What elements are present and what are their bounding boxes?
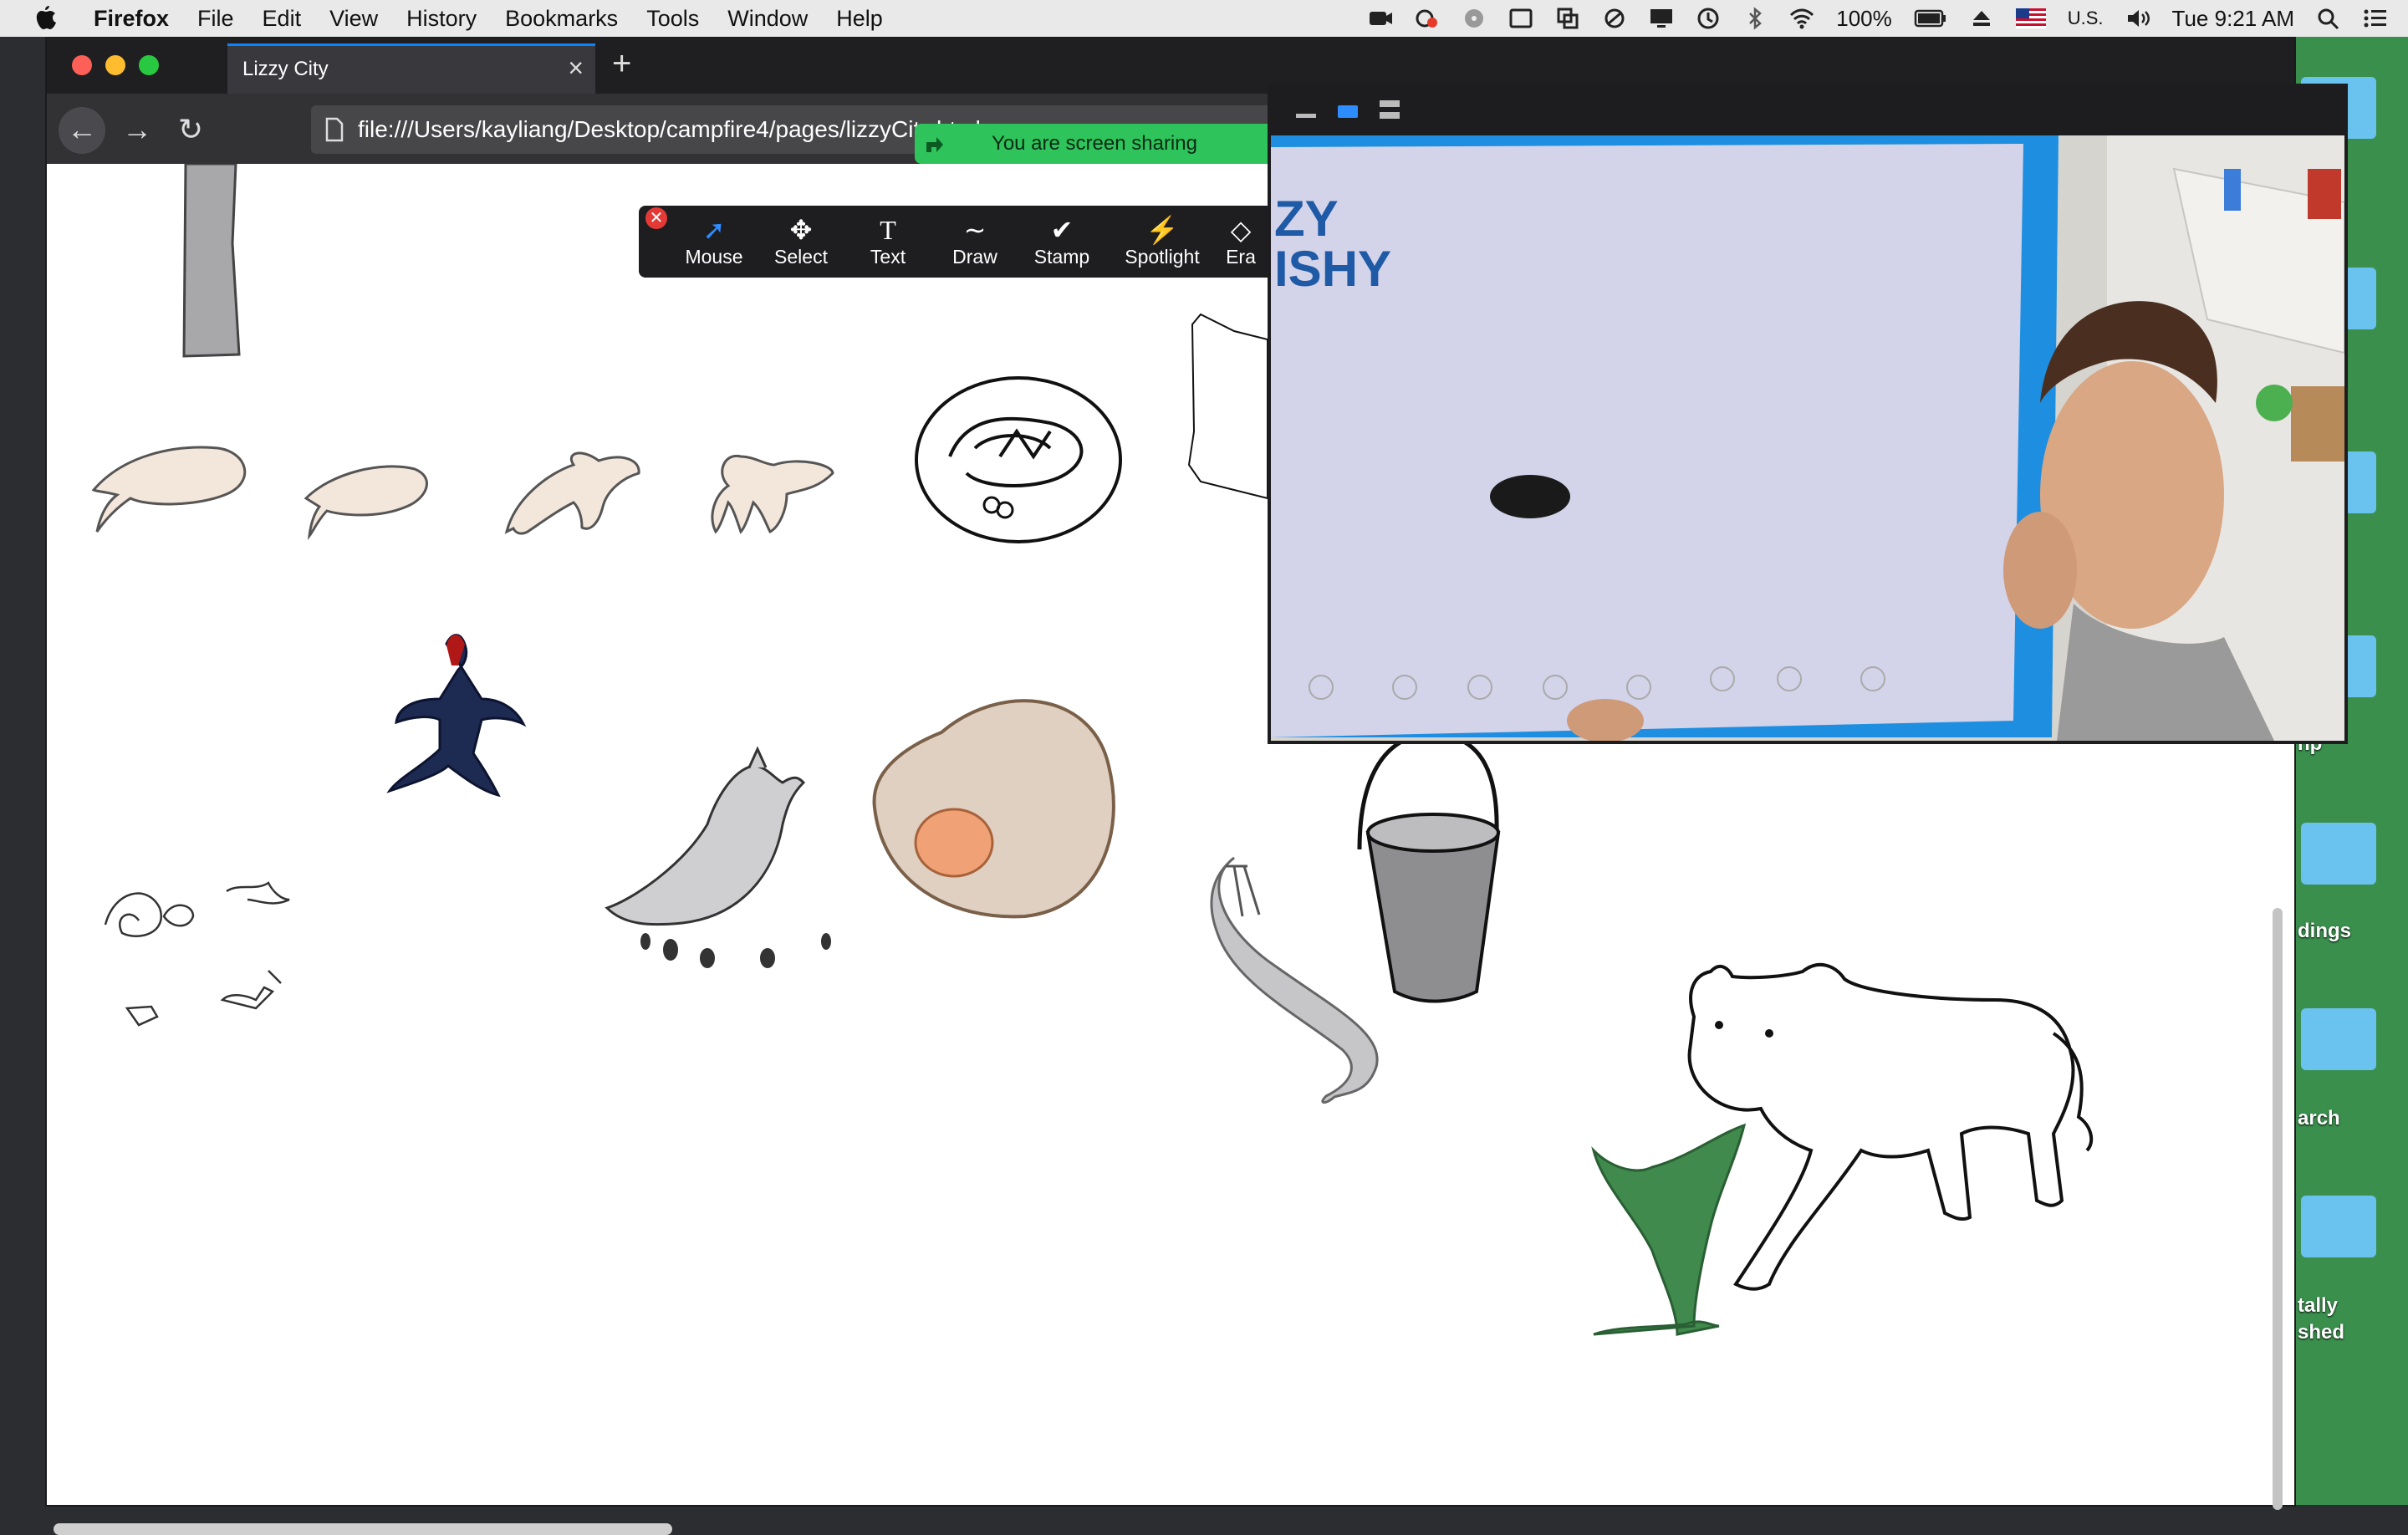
menu-app-name[interactable]: Firefox bbox=[94, 6, 169, 32]
desktop-folder-icon[interactable] bbox=[2301, 1008, 2376, 1070]
whiteboard-writing: ZY bbox=[1274, 191, 1339, 247]
wifi-icon[interactable] bbox=[1789, 7, 1814, 30]
zoom-window-button[interactable] bbox=[139, 55, 159, 75]
screen-share-icon[interactable] bbox=[1649, 7, 1674, 30]
sync-icon[interactable] bbox=[1602, 7, 1627, 30]
reload-button[interactable]: ↻ bbox=[167, 107, 214, 154]
zoom-camera-icon[interactable] bbox=[1368, 7, 1393, 30]
notification-center-icon[interactable] bbox=[2363, 7, 2388, 30]
desktop-folder-label: shed bbox=[2298, 1321, 2345, 1344]
tool-draw[interactable]: ∼ Draw bbox=[933, 214, 1017, 268]
forward-button[interactable]: → bbox=[114, 107, 161, 154]
egg-drawing bbox=[872, 699, 1115, 919]
video-controls bbox=[1268, 84, 2348, 135]
grass-drawing bbox=[1591, 1123, 1747, 1336]
sharing-status-text: You are screen sharing bbox=[992, 132, 1197, 155]
text-icon: T bbox=[880, 215, 896, 245]
new-tab-button[interactable]: + bbox=[612, 45, 631, 83]
share-arrow-icon bbox=[926, 137, 943, 152]
copy-icon[interactable] bbox=[1555, 7, 1580, 30]
spotlight-search-icon[interactable] bbox=[2316, 7, 2341, 30]
tool-text[interactable]: T Text bbox=[846, 214, 930, 268]
menu-edit[interactable]: Edit bbox=[263, 6, 302, 32]
outline-drawing bbox=[1187, 313, 1268, 500]
window-icon[interactable] bbox=[1508, 7, 1533, 30]
time-machine-icon[interactable] bbox=[1696, 7, 1721, 30]
volume-icon[interactable] bbox=[2125, 7, 2150, 30]
menu-help[interactable]: Help bbox=[836, 6, 883, 32]
battery-icon[interactable] bbox=[1914, 7, 1947, 30]
nest-drawing bbox=[915, 376, 1122, 543]
close-window-button[interactable] bbox=[72, 55, 92, 75]
page-icon bbox=[325, 117, 344, 142]
scribble-drawing bbox=[104, 881, 290, 1027]
close-annotation-icon[interactable]: ✕ bbox=[645, 207, 667, 229]
video-frame: ZY ISHY bbox=[1271, 135, 2344, 741]
blue-lizard-drawing bbox=[386, 634, 527, 798]
squiggle-icon: ∼ bbox=[963, 215, 987, 245]
tool-stamp[interactable]: ✔ Stamp bbox=[1020, 214, 1104, 268]
tool-spotlight[interactable]: ⚡ Spotlight bbox=[1114, 214, 1211, 268]
desktop-folder-icon[interactable] bbox=[2301, 823, 2376, 885]
whiteboard-writing: ISHY bbox=[1274, 241, 1391, 297]
battery-percent[interactable]: 100% bbox=[1836, 6, 1892, 32]
tool-select[interactable]: ✥ Select bbox=[759, 214, 843, 268]
creative-cloud-icon[interactable] bbox=[1415, 7, 1440, 30]
input-source[interactable]: U.S. bbox=[2068, 8, 2104, 29]
move-arrows-icon: ✥ bbox=[789, 215, 813, 245]
goat-drawing bbox=[1687, 962, 2094, 1291]
grey-post-drawing bbox=[182, 164, 241, 358]
menu-history[interactable]: History bbox=[406, 6, 477, 32]
desktop-folder-label: tally bbox=[2298, 1294, 2339, 1317]
tab-lizzy-city[interactable]: Lizzy City × bbox=[227, 43, 595, 94]
menu-view[interactable]: View bbox=[329, 6, 378, 32]
lizard-drawing bbox=[91, 446, 247, 533]
menu-tools[interactable]: Tools bbox=[646, 6, 699, 32]
magic-wand-icon: ⚡ bbox=[1145, 215, 1179, 245]
tool-mouse[interactable]: ➚ Mouse bbox=[672, 214, 756, 268]
back-button[interactable]: ← bbox=[59, 107, 105, 154]
us-flag-icon[interactable] bbox=[2015, 7, 2046, 30]
gallery-view-icon[interactable] bbox=[1380, 100, 1400, 119]
grey-bird-drawing bbox=[605, 746, 831, 968]
film-reel-icon[interactable] bbox=[1462, 7, 1487, 30]
apple-icon[interactable] bbox=[35, 6, 57, 31]
tool-eraser[interactable]: ◇ Era bbox=[1216, 214, 1266, 268]
menu-bar: Firefox File Edit View History Bookmarks… bbox=[0, 0, 2408, 37]
screen-sharing-banner[interactable]: You are screen sharing bbox=[915, 124, 1274, 164]
horizontal-scrollbar[interactable] bbox=[54, 1523, 672, 1535]
lizard-drawing bbox=[711, 454, 834, 534]
menu-extras: 100% U.S. Tue 9:21 AM bbox=[1368, 0, 2388, 37]
lizard-drawing bbox=[304, 465, 428, 541]
desktop-folder-icon[interactable] bbox=[2301, 1196, 2376, 1257]
lizard-drawing bbox=[504, 451, 640, 535]
desktop-folder-label: arch bbox=[2298, 1107, 2340, 1130]
eraser-icon: ◇ bbox=[1230, 215, 1252, 245]
minimize-video-icon[interactable] bbox=[1296, 114, 1316, 118]
vertical-scrollbar[interactable] bbox=[2273, 908, 2283, 1510]
worm-drawing bbox=[1210, 856, 1379, 1104]
bluetooth-icon[interactable] bbox=[1742, 7, 1768, 30]
menu-clock[interactable]: Tue 9:21 AM bbox=[2172, 6, 2294, 32]
menu-file[interactable]: File bbox=[197, 6, 234, 32]
eject-icon[interactable] bbox=[1969, 7, 1994, 30]
minimize-window-button[interactable] bbox=[105, 55, 125, 75]
bucket-drawing bbox=[1357, 732, 1501, 1003]
menu-window[interactable]: Window bbox=[727, 6, 808, 32]
annotation-toolbar: ✕ ➚ Mouse ✥ Select T Text ∼ Draw ✔ Stamp ⚡ Spo… bbox=[639, 206, 1274, 278]
participant-video: ZY ISHY bbox=[1271, 135, 2344, 741]
desktop-folder-label: dings bbox=[2298, 920, 2351, 942]
menu-bookmarks[interactable]: Bookmarks bbox=[505, 6, 618, 32]
url-text: file:///Users/kayliang/Desktop/campfire4… bbox=[358, 116, 981, 142]
tab-title: Lizzy City bbox=[242, 58, 329, 80]
close-tab-icon[interactable]: × bbox=[568, 53, 584, 84]
video-window: ZY ISHY bbox=[1268, 84, 2348, 744]
speaker-view-icon[interactable] bbox=[1338, 105, 1358, 118]
mouse-pointer-icon: ➚ bbox=[702, 215, 726, 245]
checkmark-icon: ✔ bbox=[1050, 215, 1074, 245]
